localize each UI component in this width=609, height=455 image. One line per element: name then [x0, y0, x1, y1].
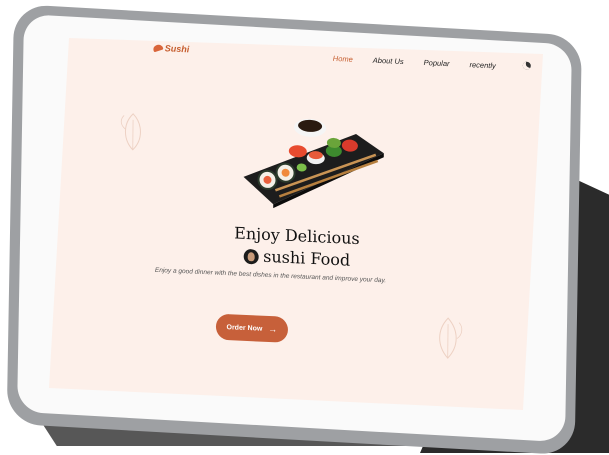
nav-popular[interactable]: Popular — [424, 58, 450, 68]
arrow-right-icon: → — [268, 323, 278, 335]
leaf-decoration-icon — [439, 317, 463, 359]
site-logo[interactable]: Sushi — [152, 43, 190, 55]
hero-heading: Enjoy Delicious sushi Food — [187, 220, 407, 274]
tablet-device: Sushi Home About Us Popular recently Enj… — [0, 0, 609, 455]
moon-icon[interactable] — [522, 61, 531, 70]
order-now-button[interactable]: Order Now → — [215, 313, 289, 343]
logo-text: Sushi — [164, 43, 190, 55]
tablet-screen: Sushi Home About Us Popular recently Enj… — [49, 38, 543, 410]
website-page: Sushi Home About Us Popular recently Enj… — [49, 38, 543, 410]
sushi-platter-image — [243, 118, 384, 209]
nav-home[interactable]: Home — [333, 54, 353, 64]
main-nav: Home About Us Popular recently — [333, 54, 516, 71]
hero-title-line2: sushi Food — [263, 246, 351, 270]
leaf-decoration-icon — [120, 113, 141, 151]
order-now-label: Order Now — [226, 323, 263, 333]
nav-recently[interactable]: recently — [469, 60, 495, 70]
nav-about-us[interactable]: About Us — [373, 56, 404, 66]
sushi-logo-icon — [152, 43, 164, 53]
chef-avatar — [243, 248, 259, 265]
